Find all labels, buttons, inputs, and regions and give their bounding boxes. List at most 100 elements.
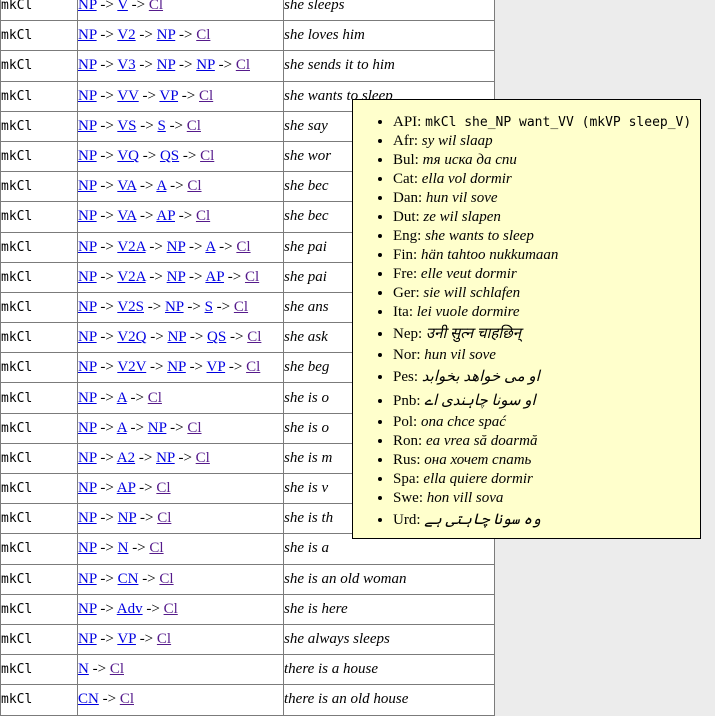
type-link-np[interactable]: NP (148, 420, 167, 436)
type-link-cl[interactable]: Cl (187, 420, 201, 436)
type-link-np[interactable]: NP (78, 299, 97, 315)
type-link-cl[interactable]: Cl (164, 601, 178, 617)
type-link-s[interactable]: S (157, 118, 165, 134)
type-link-np[interactable]: NP (78, 208, 97, 224)
type-link-np[interactable]: NP (78, 631, 97, 647)
type-link-np[interactable]: NP (167, 359, 186, 375)
type-link-cl[interactable]: Cl (196, 450, 210, 466)
type-link-vq[interactable]: VQ (117, 148, 139, 164)
type-link-n[interactable]: N (118, 540, 129, 556)
type-link-cl[interactable]: Cl (234, 299, 248, 315)
type-link-np[interactable]: NP (78, 359, 97, 375)
type-link-cl[interactable]: Cl (236, 239, 250, 255)
type-link-cl[interactable]: Cl (159, 571, 173, 587)
type-link-v2v[interactable]: V2V (117, 359, 146, 375)
type-link-np[interactable]: NP (157, 57, 176, 73)
type-link-cl[interactable]: Cl (187, 178, 201, 194)
type-link-v2[interactable]: V2 (117, 27, 135, 43)
type-link-cl[interactable]: Cl (246, 359, 260, 375)
example-cell[interactable]: she sleeps (284, 0, 495, 21)
type-link-np[interactable]: NP (196, 57, 215, 73)
type-link-vp[interactable]: VP (159, 88, 178, 104)
type-link-np[interactable]: NP (157, 27, 176, 43)
type-link-np[interactable]: NP (118, 510, 137, 526)
type-link-cl[interactable]: Cl (149, 540, 163, 556)
type-link-a[interactable]: A (117, 390, 127, 406)
example-cell[interactable]: there is a house (284, 655, 495, 685)
example-cell[interactable]: she always sleeps (284, 624, 495, 654)
type-link-a2[interactable]: A2 (117, 450, 135, 466)
type-link-np[interactable]: NP (78, 88, 97, 104)
type-link-cn[interactable]: CN (78, 691, 99, 707)
type-link-cl[interactable]: Cl (149, 0, 163, 13)
type-link-cl[interactable]: Cl (196, 27, 210, 43)
type-link-np[interactable]: NP (167, 269, 186, 285)
type-link-np[interactable]: NP (78, 510, 97, 526)
type-link-n[interactable]: N (78, 661, 89, 677)
type-link-cl[interactable]: Cl (120, 691, 134, 707)
type-link-cl[interactable]: Cl (157, 631, 171, 647)
type-link-np[interactable]: NP (78, 601, 97, 617)
type-link-adv[interactable]: Adv (117, 601, 143, 617)
type-link-v2s[interactable]: V2S (117, 299, 144, 315)
type-link-v2q[interactable]: V2Q (117, 329, 146, 345)
type-link-np[interactable]: NP (78, 540, 97, 556)
type-link-cl[interactable]: Cl (247, 329, 261, 345)
type-link-cl[interactable]: Cl (156, 480, 170, 496)
type-link-cl[interactable]: Cl (187, 118, 201, 134)
type-link-a[interactable]: A (205, 239, 215, 255)
type-link-ap[interactable]: AP (156, 208, 175, 224)
type-link-np[interactable]: NP (156, 450, 175, 466)
example-cell[interactable]: she is here (284, 594, 495, 624)
type-link-cl[interactable]: Cl (157, 510, 171, 526)
type-link-np[interactable]: NP (78, 329, 97, 345)
type-link-va[interactable]: VA (117, 208, 136, 224)
type-link-cl[interactable]: Cl (110, 661, 124, 677)
type-link-np[interactable]: NP (78, 390, 97, 406)
type-link-np[interactable]: NP (78, 0, 97, 13)
type-link-ap[interactable]: AP (117, 480, 136, 496)
type-link-vp[interactable]: VP (207, 359, 226, 375)
type-link-np[interactable]: NP (78, 118, 97, 134)
type-link-np[interactable]: NP (78, 450, 97, 466)
type-link-np[interactable]: NP (78, 239, 97, 255)
type-link-np[interactable]: NP (78, 480, 97, 496)
example-cell[interactable]: there is an old house (284, 685, 495, 715)
type-link-va[interactable]: VA (117, 178, 136, 194)
translation-item: Nor: hun vil sove (393, 346, 694, 365)
type-link-qs[interactable]: QS (160, 148, 179, 164)
type-link-a[interactable]: A (156, 178, 166, 194)
type-link-cl[interactable]: Cl (236, 57, 250, 73)
type-link-v[interactable]: V (117, 0, 128, 13)
type-link-ap[interactable]: AP (205, 269, 224, 285)
type-link-vp[interactable]: VP (117, 631, 136, 647)
type-link-qs[interactable]: QS (207, 329, 226, 345)
rule-cell: NP -> AP -> Cl (78, 474, 284, 504)
example-cell[interactable]: she sends it to him (284, 51, 495, 81)
type-link-np[interactable]: NP (78, 571, 97, 587)
type-link-np[interactable]: NP (78, 269, 97, 285)
type-link-np[interactable]: NP (78, 178, 97, 194)
example-cell[interactable]: she loves him (284, 21, 495, 51)
type-link-cl[interactable]: Cl (245, 269, 259, 285)
type-link-cn[interactable]: CN (118, 571, 139, 587)
type-link-cl[interactable]: Cl (196, 208, 210, 224)
type-link-np[interactable]: NP (78, 148, 97, 164)
type-link-s[interactable]: S (205, 299, 213, 315)
type-link-np[interactable]: NP (78, 57, 97, 73)
type-link-v3[interactable]: V3 (117, 57, 135, 73)
type-link-np[interactable]: NP (167, 329, 186, 345)
type-link-np[interactable]: NP (78, 420, 97, 436)
type-link-cl[interactable]: Cl (200, 148, 214, 164)
type-link-v2a[interactable]: V2A (117, 269, 145, 285)
type-link-vs[interactable]: VS (117, 118, 136, 134)
type-link-vv[interactable]: VV (117, 88, 138, 104)
type-link-np[interactable]: NP (78, 27, 97, 43)
type-link-np[interactable]: NP (165, 299, 184, 315)
type-link-cl[interactable]: Cl (148, 390, 162, 406)
type-link-v2a[interactable]: V2A (117, 239, 145, 255)
type-link-a[interactable]: A (117, 420, 127, 436)
example-cell[interactable]: she is an old woman (284, 564, 495, 594)
type-link-np[interactable]: NP (167, 239, 186, 255)
type-link-cl[interactable]: Cl (199, 88, 213, 104)
